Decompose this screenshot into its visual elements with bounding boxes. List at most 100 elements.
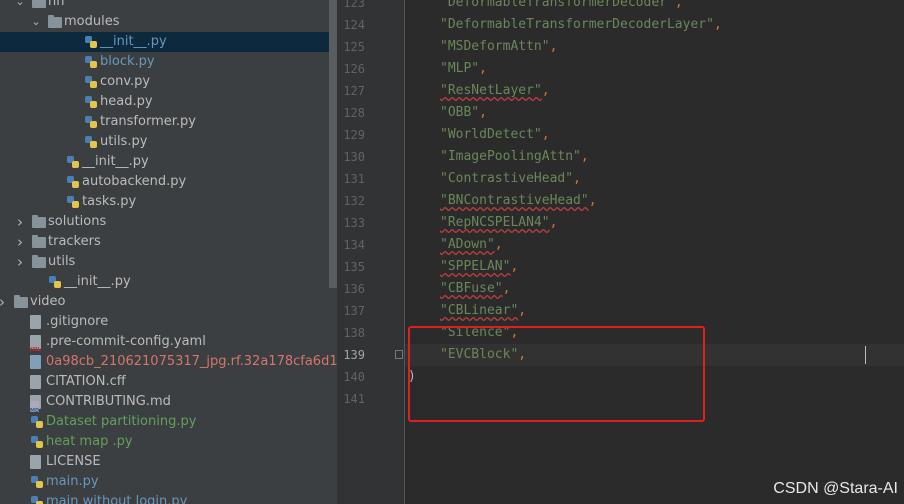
chevron-right-icon[interactable]: ›	[14, 212, 26, 232]
tree-item[interactable]: block.py	[0, 52, 337, 72]
line-number: 138	[343, 326, 365, 340]
folder-icon	[32, 0, 46, 8]
chevron-down-icon[interactable]: ⌄	[30, 12, 42, 32]
code-line[interactable]: "OBB",	[440, 102, 487, 124]
tree-item[interactable]: autobackend.py	[0, 172, 337, 192]
line-number: 127	[343, 84, 365, 98]
text-file-icon	[30, 315, 41, 329]
line-number: 123	[343, 0, 365, 10]
tree-item-label: trackers	[48, 234, 101, 249]
code-editor[interactable]: 123 124 125 126 127 128 129 130 131 132 133 134 135 1…	[337, 0, 904, 504]
tree-item[interactable]: ⌄ modules	[0, 12, 337, 32]
tree-item[interactable]: utils.py	[0, 132, 337, 152]
chevron-down-icon[interactable]: ⌄	[14, 0, 26, 12]
tree-item-label: LICENSE	[46, 454, 101, 469]
tree-item-label: 0a98cb_210621075317_jpg.rf.32a178cfa6d12…	[46, 354, 337, 369]
python-file-icon	[84, 115, 98, 129]
folder-icon	[32, 215, 46, 228]
line-number: 125	[343, 40, 365, 54]
image-file-icon	[30, 355, 41, 369]
tree-item[interactable]: head.py	[0, 92, 337, 112]
tree-item[interactable]: __init__.py	[0, 152, 337, 172]
tree-item[interactable]: main.py	[0, 472, 337, 492]
text-file-icon	[30, 375, 41, 389]
tree-item-label: __init__.py	[64, 274, 131, 289]
line-number: 128	[343, 106, 365, 120]
line-number: 137	[343, 304, 365, 318]
tree-item-label: solutions	[48, 214, 107, 229]
project-tree: ⌄ nn ⌄ modules __init__.py block.py conv.py hea…	[0, 0, 337, 504]
code-line[interactable]: "ImagePoolingAttn",	[440, 146, 589, 168]
code-line[interactable]: "CBFuse",	[440, 278, 510, 300]
tree-item[interactable]: __init__.py	[0, 272, 337, 292]
python-file-icon	[84, 95, 98, 109]
text-file-icon	[30, 455, 41, 469]
tree-item[interactable]: conv.py	[0, 72, 337, 92]
tree-item-label: Dataset partitioning.py	[46, 414, 197, 429]
code-line[interactable]: "DeformableTransformerDecoder",	[440, 0, 683, 14]
tree-item[interactable]: main without login.py	[0, 492, 337, 504]
chevron-right-icon[interactable]: ›	[14, 252, 26, 272]
tree-item[interactable]: .gitignore	[0, 312, 337, 332]
tree-item-label: conv.py	[100, 74, 151, 89]
tree-item-label: __init__.py	[82, 154, 149, 169]
python-file-icon	[84, 75, 98, 89]
tree-item[interactable]: › trackers	[0, 232, 337, 252]
tree-item-label: .gitignore	[46, 314, 109, 329]
code-line[interactable]: "ADown",	[440, 234, 503, 256]
line-number: 130	[343, 150, 365, 164]
folder-icon	[14, 295, 28, 308]
fold-marker-icon[interactable]	[395, 350, 403, 359]
tree-item-label: block.py	[100, 54, 155, 69]
python-file-icon	[84, 55, 98, 69]
tree-item[interactable]: .pre-commit-config.yaml	[0, 332, 337, 352]
tree-item[interactable]: tasks.py	[0, 192, 337, 212]
python-file-icon	[84, 135, 98, 149]
watermark: CSDN @Stara-AI	[773, 480, 898, 497]
line-number: 131	[343, 172, 365, 186]
code-line[interactable]: "BNContrastiveHead",	[440, 190, 597, 212]
tree-item-label: autobackend.py	[82, 174, 187, 189]
tree-item[interactable]: transformer.py	[0, 112, 337, 132]
yaml-file-icon	[29, 335, 41, 352]
chevron-right-icon[interactable]: ›	[0, 292, 8, 312]
tree-item-label: video	[30, 294, 66, 309]
tree-item[interactable]: Dataset partitioning.py	[0, 412, 337, 432]
tree-item-label: CONTRIBUTING.md	[46, 394, 171, 409]
line-number: 132	[343, 194, 365, 208]
code-line[interactable]: "ContrastiveHead",	[440, 168, 581, 190]
tree-item[interactable]: 0a98cb_210621075317_jpg.rf.32a178cfa6d12…	[0, 352, 337, 372]
code-line[interactable]: "CBLinear",	[440, 300, 526, 322]
python-file-icon	[84, 35, 98, 49]
tree-item[interactable]: LICENSE	[0, 452, 337, 472]
line-number: 139	[343, 348, 365, 362]
tree-item[interactable]: CONTRIBUTING.md	[0, 392, 337, 412]
line-number: 133	[343, 216, 365, 230]
tree-item[interactable]: ⌄ nn	[0, 0, 337, 12]
line-number: 135	[343, 260, 365, 274]
tree-item[interactable]: heat map .py	[0, 432, 337, 452]
tree-item-label: heat map .py	[46, 434, 133, 449]
tree-item-label: transformer.py	[100, 114, 196, 129]
tree-item[interactable]: › solutions	[0, 212, 337, 232]
python-file-icon	[66, 195, 80, 209]
line-number: 124	[343, 18, 365, 32]
tree-item[interactable]: __init__.py	[0, 32, 337, 52]
code-line[interactable]: "ResNetLayer",	[440, 80, 550, 102]
tree-item-label: main without login.py	[46, 494, 188, 504]
code-line[interactable]: "RepNCSPELAN4",	[440, 212, 557, 234]
chevron-right-icon[interactable]: ›	[14, 232, 26, 252]
tree-item-label: .pre-commit-config.yaml	[46, 334, 206, 349]
tree-item[interactable]: CITATION.cff	[0, 372, 337, 392]
code-line[interactable]: "DeformableTransformerDecoderLayer",	[440, 14, 722, 36]
line-number: 126	[343, 62, 365, 76]
code-line[interactable]: "MSDeformAttn",	[440, 36, 557, 58]
code-line[interactable]: "MLP",	[440, 58, 487, 80]
code-line[interactable]: "WorldDetect",	[440, 124, 550, 146]
code-line[interactable]: "SPPELAN",	[440, 256, 518, 278]
project-tree-scrollbar[interactable]	[329, 0, 337, 288]
tree-item[interactable]: › utils	[0, 252, 337, 272]
line-number: 129	[343, 128, 365, 142]
tree-item[interactable]: › video	[0, 292, 337, 312]
line-number: 134	[343, 238, 365, 252]
